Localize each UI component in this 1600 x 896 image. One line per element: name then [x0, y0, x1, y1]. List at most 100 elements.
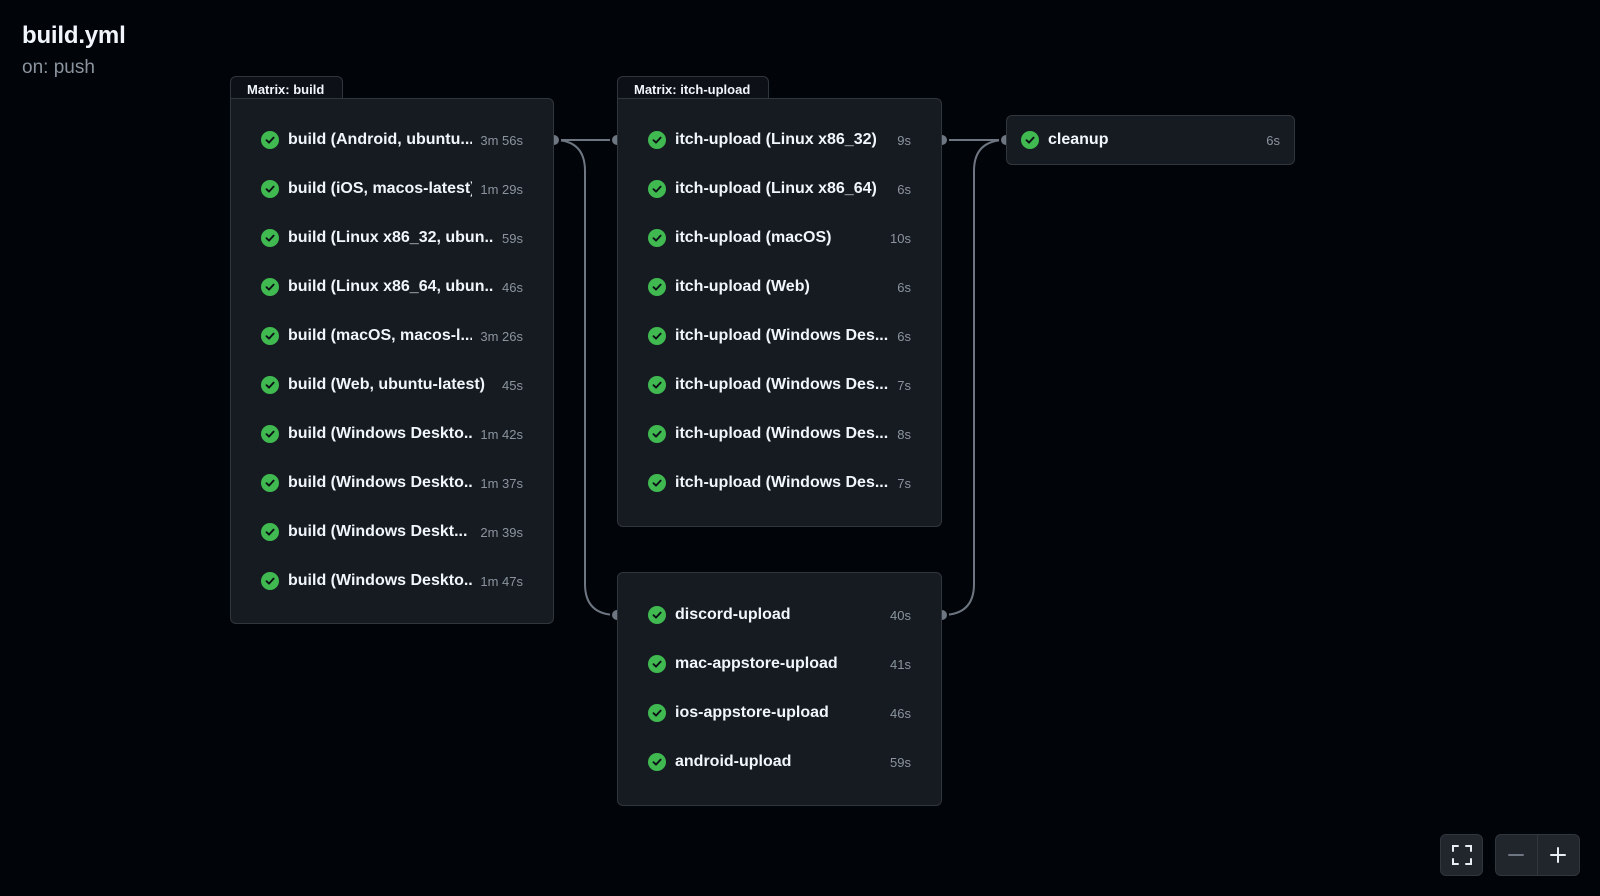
job-name: build (Linux x86_64, ubun...: [288, 278, 495, 295]
job-name: mac-appstore-upload: [675, 655, 838, 672]
job-row[interactable]: itch-upload (Web) 6s: [617, 263, 942, 312]
job-duration: 1m 37s: [480, 475, 523, 491]
check-circle-icon: [648, 704, 666, 722]
job-duration: 7s: [897, 377, 911, 393]
check-circle-icon: [261, 278, 279, 296]
job-duration: 1m 29s: [480, 181, 523, 197]
job-name: android-upload: [675, 753, 792, 770]
job-row[interactable]: build (Android, ubuntu... 3m 56s: [230, 116, 554, 165]
job-duration: 7s: [897, 475, 911, 491]
job-duration: 40s: [890, 607, 911, 623]
job-row[interactable]: build (Windows Deskto... 1m 37s: [230, 459, 554, 508]
job-name: itch-upload (Windows Des...: [675, 376, 889, 393]
job-row[interactable]: build (Windows Deskto... 1m 42s: [230, 410, 554, 459]
matrix-build-group: Matrix: build build (Android, ubuntu... 3…: [230, 76, 554, 624]
job-duration: 3m 56s: [480, 132, 523, 148]
job-duration: 6s: [897, 181, 911, 197]
job-name: build (Windows Deskto...: [288, 474, 473, 491]
job-name: build (Windows Deskto...: [288, 425, 473, 442]
job-duration: 3m 26s: [480, 328, 523, 344]
connector-build-uploads: [553, 139, 618, 616]
matrix-itch-upload-group: Matrix: itch-upload itch-upload (Linux x…: [617, 76, 942, 527]
job-row[interactable]: itch-upload (Windows Des... 7s: [617, 459, 942, 508]
check-circle-icon: [261, 131, 279, 149]
job-duration: 59s: [502, 230, 523, 246]
check-circle-icon: [648, 376, 666, 394]
check-circle-icon: [648, 131, 666, 149]
check-circle-icon: [648, 753, 666, 771]
check-circle-icon: [261, 376, 279, 394]
check-circle-icon: [261, 474, 279, 492]
job-row[interactable]: itch-upload (Windows Des... 8s: [617, 410, 942, 459]
job-row[interactable]: build (Web, ubuntu-latest) 45s: [230, 361, 554, 410]
job-name: build (Web, ubuntu-latest): [288, 376, 486, 393]
job-duration: 6s: [897, 279, 911, 295]
job-name: itch-upload (Linux x86_32): [675, 131, 877, 148]
job-duration: 1m 47s: [480, 573, 523, 589]
job-duration: 9s: [897, 132, 911, 148]
job-name: itch-upload (Linux x86_64): [675, 180, 877, 197]
job-row[interactable]: itch-upload (Windows Des... 7s: [617, 361, 942, 410]
check-circle-icon: [648, 425, 666, 443]
check-circle-icon: [261, 425, 279, 443]
job-row[interactable]: build (Linux x86_64, ubun... 46s: [230, 263, 554, 312]
zoom-out-button[interactable]: [1496, 835, 1538, 875]
check-circle-icon: [648, 655, 666, 673]
job-duration: 6s: [1266, 132, 1280, 148]
job-duration: 45s: [502, 377, 523, 393]
plus-icon: [1550, 847, 1567, 863]
job-name: itch-upload (Windows Des...: [675, 327, 889, 344]
job-duration: 6s: [897, 328, 911, 344]
cleanup-group: cleanup 6s: [1006, 115, 1295, 165]
check-circle-icon: [648, 229, 666, 247]
job-row[interactable]: build (macOS, macos-l... 3m 26s: [230, 312, 554, 361]
check-circle-icon: [648, 327, 666, 345]
job-duration: 59s: [890, 754, 911, 770]
job-duration: 10s: [890, 230, 911, 246]
check-circle-icon: [648, 606, 666, 624]
job-row[interactable]: discord-upload 40s: [617, 591, 942, 640]
minus-icon: [1508, 854, 1525, 856]
check-circle-icon: [261, 572, 279, 590]
job-duration: 1m 42s: [480, 426, 523, 442]
job-duration: 46s: [890, 705, 911, 721]
job-row[interactable]: itch-upload (Linux x86_64) 6s: [617, 165, 942, 214]
upload-jobs-group: discord-upload 40s mac-appstore-upload 41s i…: [617, 572, 942, 806]
check-circle-icon: [261, 229, 279, 247]
workflow-header: build.yml on: push: [22, 22, 126, 79]
fullscreen-icon: [1451, 845, 1472, 865]
job-name: itch-upload (macOS): [675, 229, 832, 246]
job-duration: 2m 39s: [480, 524, 523, 540]
zoom-controls: [1495, 834, 1580, 876]
job-row[interactable]: build (Windows Deskt... 2m 39s: [230, 508, 554, 557]
check-circle-icon: [261, 523, 279, 541]
zoom-in-button[interactable]: [1538, 835, 1580, 875]
job-row[interactable]: android-upload 59s: [617, 738, 942, 787]
job-row[interactable]: mac-appstore-upload 41s: [617, 640, 942, 689]
job-row[interactable]: cleanup 6s: [1006, 116, 1295, 165]
connector-uploads-cleanup: [941, 139, 1007, 616]
job-name: discord-upload: [675, 606, 791, 623]
job-name: build (iOS, macos-latest): [288, 180, 473, 197]
job-duration: 8s: [897, 426, 911, 442]
job-name: build (Android, ubuntu...: [288, 131, 473, 148]
check-circle-icon: [261, 180, 279, 198]
job-name: itch-upload (Web): [675, 278, 810, 295]
matrix-build-tab: Matrix: build: [230, 76, 344, 99]
fullscreen-button[interactable]: [1440, 834, 1483, 876]
job-row[interactable]: build (iOS, macos-latest) 1m 29s: [230, 165, 554, 214]
job-duration: 41s: [890, 656, 911, 672]
job-row[interactable]: ios-appstore-upload 46s: [617, 689, 942, 738]
job-row[interactable]: itch-upload (Linux x86_32) 9s: [617, 116, 942, 165]
job-name: cleanup: [1048, 131, 1109, 148]
job-name: ios-appstore-upload: [675, 704, 829, 721]
job-name: build (Linux x86_32, ubun...: [288, 229, 495, 246]
check-circle-icon: [648, 278, 666, 296]
job-name: build (Windows Deskto...: [288, 572, 473, 589]
job-name: build (Windows Deskt...: [288, 523, 468, 540]
job-row[interactable]: build (Linux x86_32, ubun... 59s: [230, 214, 554, 263]
job-row[interactable]: itch-upload (Windows Des... 6s: [617, 312, 942, 361]
job-row[interactable]: build (Windows Deskto... 1m 47s: [230, 557, 554, 606]
job-row[interactable]: itch-upload (macOS) 10s: [617, 214, 942, 263]
workflow-title: build.yml: [22, 22, 126, 49]
